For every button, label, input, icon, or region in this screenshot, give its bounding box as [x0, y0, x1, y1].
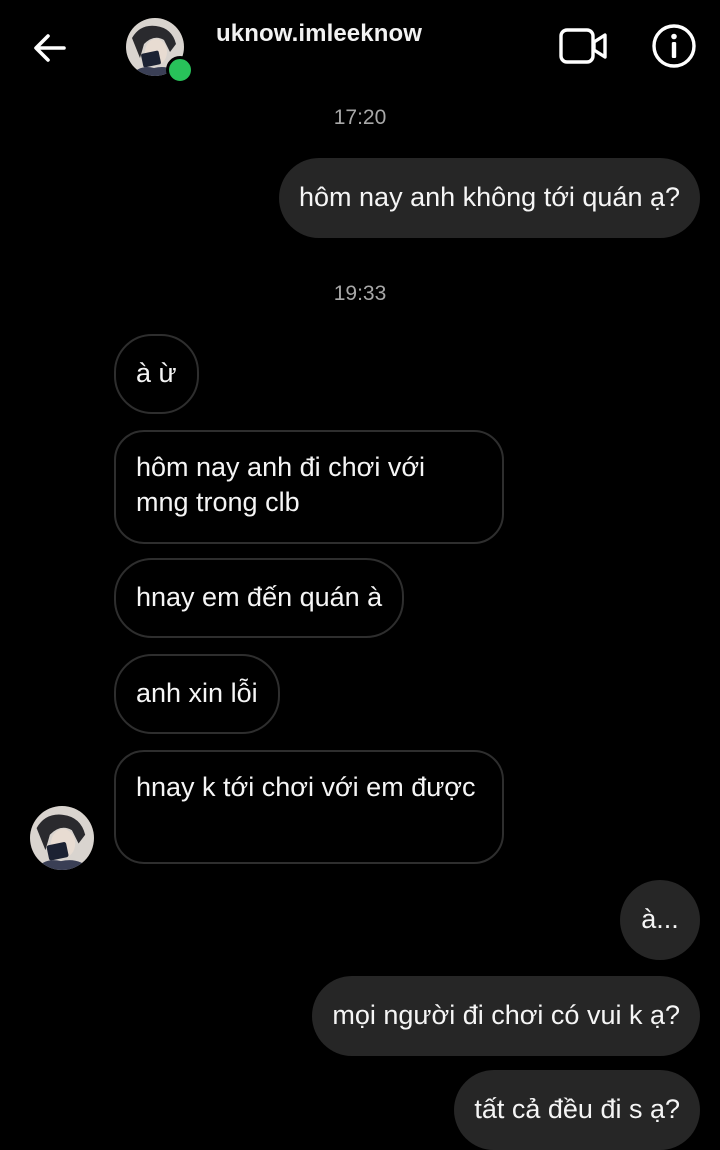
info-icon	[652, 24, 696, 68]
incoming-message[interactable]: à ừ	[114, 334, 199, 414]
incoming-message[interactable]: hnay em đến quán à	[114, 558, 405, 638]
outgoing-message[interactable]: à...	[620, 880, 700, 960]
message-timestamp: 17:20	[333, 106, 387, 129]
back-button[interactable]	[28, 26, 72, 70]
info-button[interactable]	[650, 22, 698, 70]
incoming-message[interactable]: hôm nay anh đi chơi với mng trong clb	[114, 430, 504, 544]
incoming-message[interactable]: hnay k tới chơi với em được	[114, 750, 504, 864]
outgoing-message[interactable]: mọi người đi chơi có vui k ạ?	[312, 976, 700, 1056]
profile-avatar[interactable]	[126, 18, 194, 84]
incoming-message[interactable]: anh xin lỗi	[114, 654, 280, 734]
chat-header: uknow.imleeknow	[0, 0, 720, 100]
outgoing-message[interactable]: tất cả đều đi s ạ?	[454, 1070, 700, 1150]
video-call-button[interactable]	[558, 26, 610, 66]
sender-avatar[interactable]	[30, 806, 94, 870]
message-timestamp: 19:33	[333, 282, 387, 305]
chat-username[interactable]: uknow.imleeknow	[216, 20, 422, 48]
outgoing-message[interactable]: hôm nay anh không tới quán ạ?	[279, 158, 700, 238]
arrow-left-icon	[34, 34, 66, 62]
video-camera-icon	[559, 28, 607, 64]
online-status-indicator	[166, 56, 194, 84]
